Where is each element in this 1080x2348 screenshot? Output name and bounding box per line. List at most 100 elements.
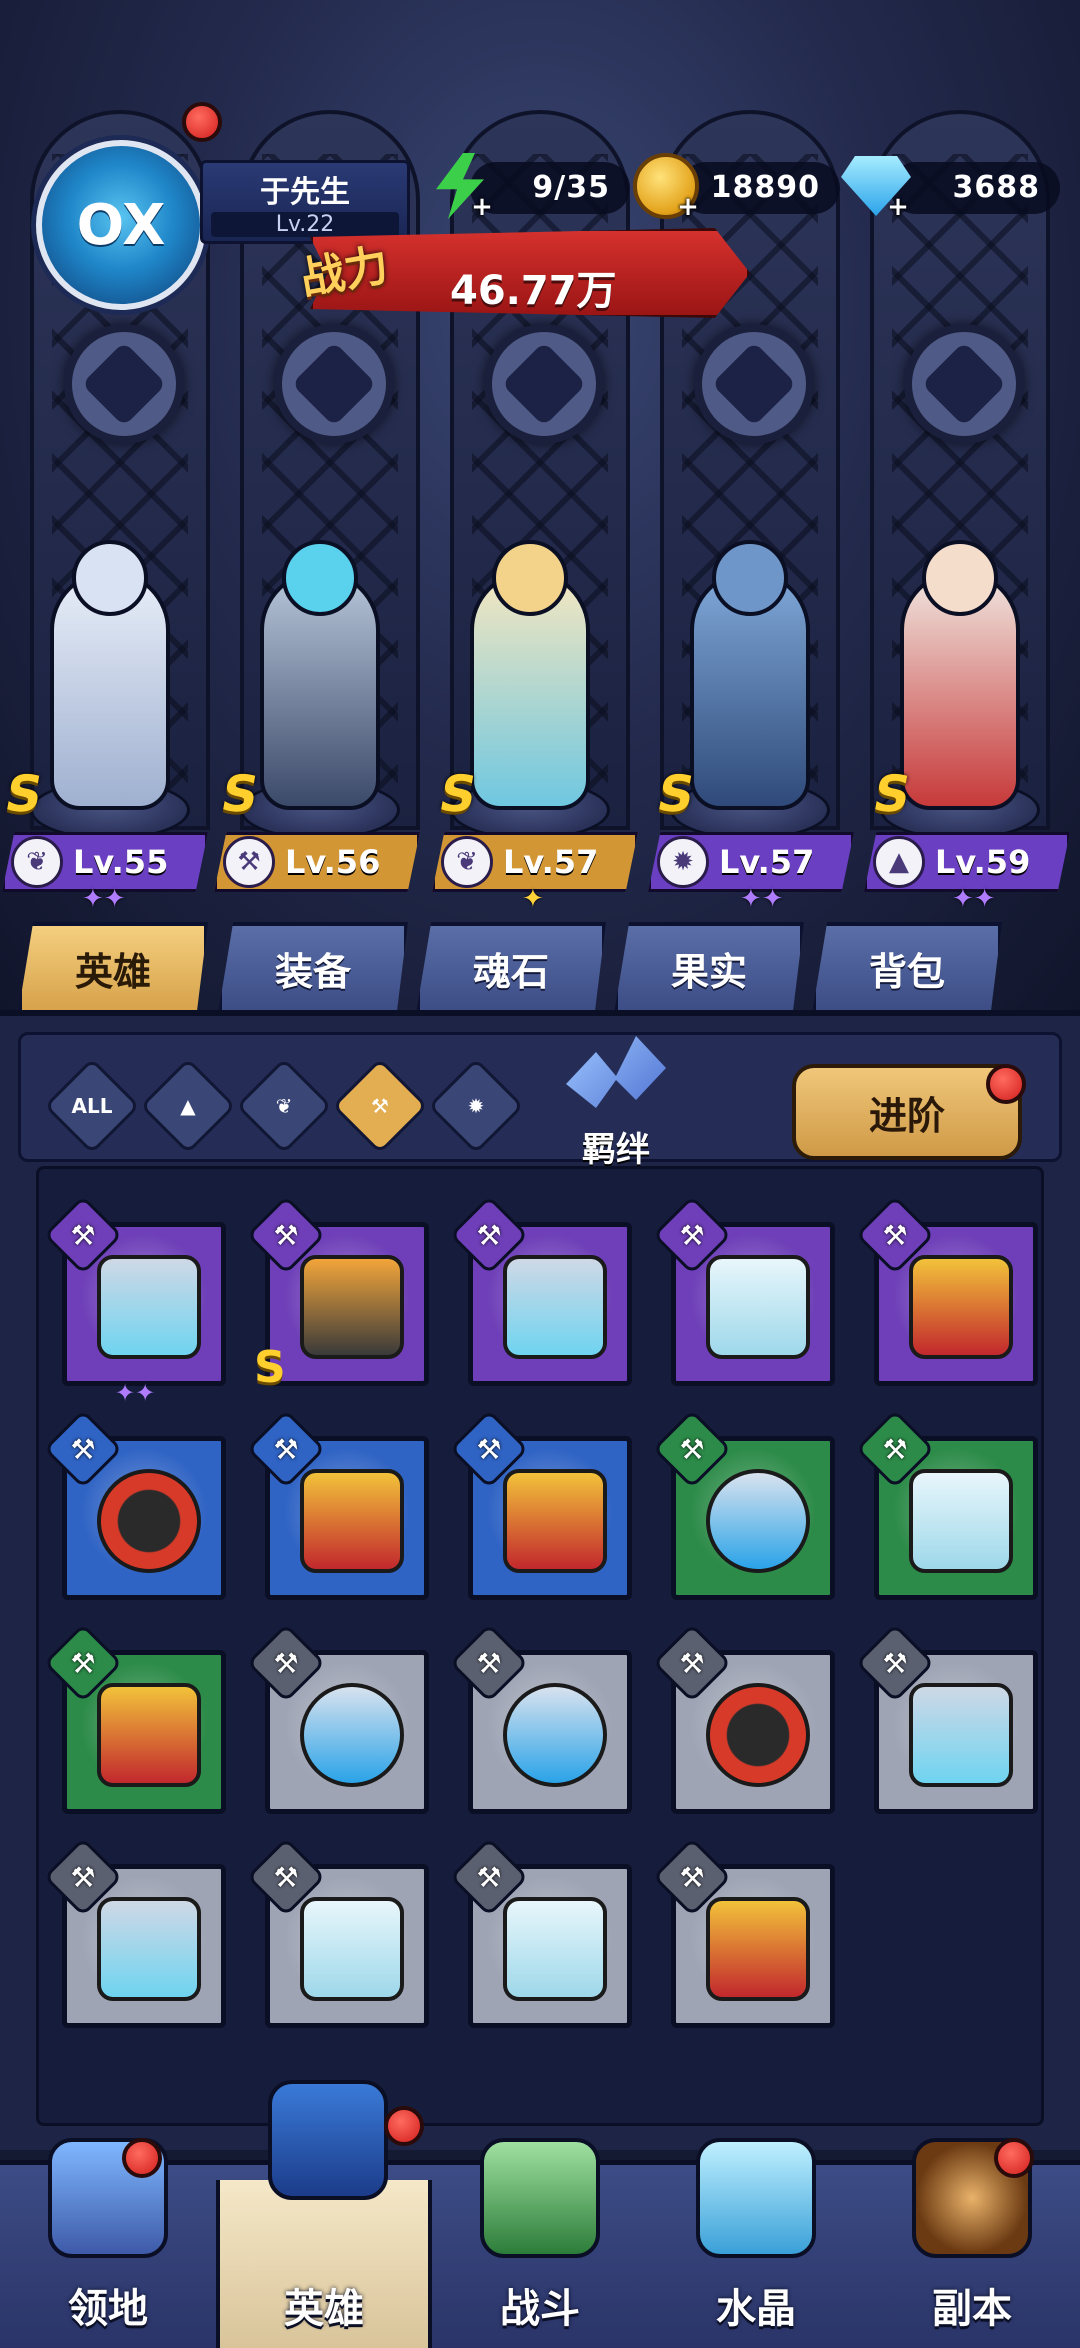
ghost-portrait-icon	[503, 1897, 607, 2001]
dungeon-notification-dot	[994, 2138, 1034, 2178]
hero-card[interactable]: ⚒	[246, 1409, 429, 1600]
stamina-value: 9/35	[532, 170, 610, 205]
hero-card[interactable]: ⚒ ✦✦	[43, 1195, 226, 1407]
wrench-icon: ⚒	[679, 1432, 705, 1466]
heroes-notification-dot	[384, 2106, 424, 2146]
mage-icon: ▲	[873, 836, 925, 888]
bond-label: 羁绊	[582, 1130, 650, 1170]
nav-label: 水晶	[716, 2286, 796, 2332]
frame-portrait-icon	[97, 1255, 201, 1359]
wrench-icon: ⚒	[70, 1432, 96, 1466]
ghost-portrait-icon	[300, 1897, 404, 2001]
power-value: 46.77万	[450, 268, 617, 314]
wrench-icon: ⚒	[476, 1646, 502, 1680]
gold-add-button[interactable]: +	[626, 146, 706, 226]
wrench-icon: ⚒	[679, 1646, 705, 1680]
tab-backpack[interactable]: 背包	[812, 922, 1002, 1014]
hero-card[interactable]: ⚒	[855, 1409, 1038, 1600]
wrench-icon: ⚒	[70, 1218, 96, 1252]
advance-notification-dot	[986, 1064, 1026, 1104]
wrench-icon: ⚒	[882, 1432, 908, 1466]
robot-portrait-icon	[300, 1255, 404, 1359]
nav-label: 副本	[932, 2286, 1012, 2332]
nav-dungeon[interactable]: 副本	[864, 2138, 1080, 2348]
wing-emblem-icon	[484, 324, 604, 444]
hero-card[interactable]: ⚒	[246, 1623, 429, 1814]
hero-card[interactable]: ⚒	[855, 1195, 1038, 1386]
core-portrait-icon	[300, 1469, 404, 1573]
wrench-icon: ⚒	[273, 1860, 299, 1894]
nav-territory[interactable]: 领地	[0, 2138, 216, 2348]
wrench-icon: ⚒	[679, 1860, 705, 1894]
wing-icon: ❦	[441, 836, 493, 888]
hero-card-rank: S	[254, 1342, 286, 1393]
gold-value: 18890	[710, 170, 820, 205]
tab-heroes[interactable]: 英雄	[18, 922, 208, 1014]
hero-card[interactable]: ⚒	[43, 1623, 226, 1814]
hero-level: Lv.56	[285, 843, 381, 881]
nav-label: 英雄	[284, 2286, 364, 2332]
nav-crystal[interactable]: 水晶	[648, 2138, 864, 2348]
core-portrait-icon	[503, 1469, 607, 1573]
wrench-icon: ⚒	[273, 1218, 299, 1252]
wrench-icon: ⚒	[273, 1646, 299, 1680]
core-portrait-icon	[97, 1683, 201, 1787]
tank-portrait-icon	[706, 1469, 810, 1573]
hero-level: Lv.55	[73, 843, 169, 881]
hero-card[interactable]: ⚒ S	[246, 1195, 429, 1393]
hero-level-bar: ✹ Lv.57	[648, 832, 854, 892]
player-name: 于先生	[260, 175, 350, 210]
hero-card[interactable]: ⚒	[43, 1409, 226, 1600]
avatar-notification-dot	[182, 102, 222, 142]
hero-card[interactable]: ⚒	[449, 1409, 632, 1600]
stamina-add-button[interactable]: +	[420, 146, 500, 226]
filter-all-label: ALL	[71, 1094, 113, 1118]
hero-card[interactable]: ⚒	[246, 1837, 429, 2028]
hero-level-bar: ❦ Lv.57	[432, 832, 638, 892]
tab-fruit[interactable]: 果实	[614, 922, 804, 1014]
hero-card[interactable]: ⚒	[652, 1623, 835, 1814]
nav-battle[interactable]: 战斗	[432, 2138, 648, 2348]
wing-emblem-icon	[64, 324, 184, 444]
ghost-portrait-icon	[909, 1469, 1013, 1573]
wrench-icon: ⚒	[476, 1432, 502, 1466]
core-portrait-icon	[909, 1255, 1013, 1359]
plus-icon: +	[677, 192, 699, 222]
tab-soulstone[interactable]: 魂石	[416, 922, 606, 1014]
ghost-portrait-icon	[706, 1255, 810, 1359]
bond-icon	[566, 1036, 666, 1108]
frame-portrait-icon	[909, 1683, 1013, 1787]
hero-card[interactable]: ⚒	[652, 1195, 835, 1386]
bomb-portrait-icon	[706, 1683, 810, 1787]
hero-stars: ✦✦	[82, 884, 126, 914]
avatar-glyph: OX	[76, 192, 166, 258]
hero-level: Lv.57	[719, 843, 815, 881]
plus-icon: +	[471, 192, 493, 222]
hero-card-stars: ✦✦	[115, 1379, 156, 1407]
gem-value: 3688	[952, 170, 1040, 205]
hero-card[interactable]: ⚒	[652, 1409, 835, 1600]
nav-heroes[interactable]: 英雄	[216, 2080, 432, 2348]
bond-button[interactable]: 羁绊	[556, 1036, 676, 1170]
tank-portrait-icon	[300, 1683, 404, 1787]
hero-card[interactable]: ⚒	[449, 1623, 632, 1814]
hero-card[interactable]: ⚒	[449, 1837, 632, 2028]
wing-icon: ❦	[11, 836, 63, 888]
beast-icon: ✹	[467, 1094, 485, 1118]
player-avatar[interactable]: OX	[36, 140, 206, 310]
tab-equipment[interactable]: 装备	[218, 922, 408, 1014]
nav-label: 领地	[68, 2286, 148, 2332]
nav-label: 战斗	[500, 2286, 580, 2332]
core-portrait-icon	[706, 1897, 810, 2001]
hero-card[interactable]: ⚒	[449, 1195, 632, 1386]
wrench-icon: ⚒	[476, 1860, 502, 1894]
hero-card[interactable]: ⚒	[855, 1623, 1038, 1814]
wrench-emblem-icon	[274, 324, 394, 444]
territory-notification-dot	[122, 2138, 162, 2178]
hero-stars: ✦✦	[952, 884, 996, 914]
beast-icon: ✹	[657, 836, 709, 888]
gem-add-button[interactable]: +	[836, 146, 916, 226]
mage-emblem-icon	[904, 324, 1024, 444]
hero-card[interactable]: ⚒	[43, 1837, 226, 2028]
hero-card[interactable]: ⚒	[652, 1837, 835, 2028]
